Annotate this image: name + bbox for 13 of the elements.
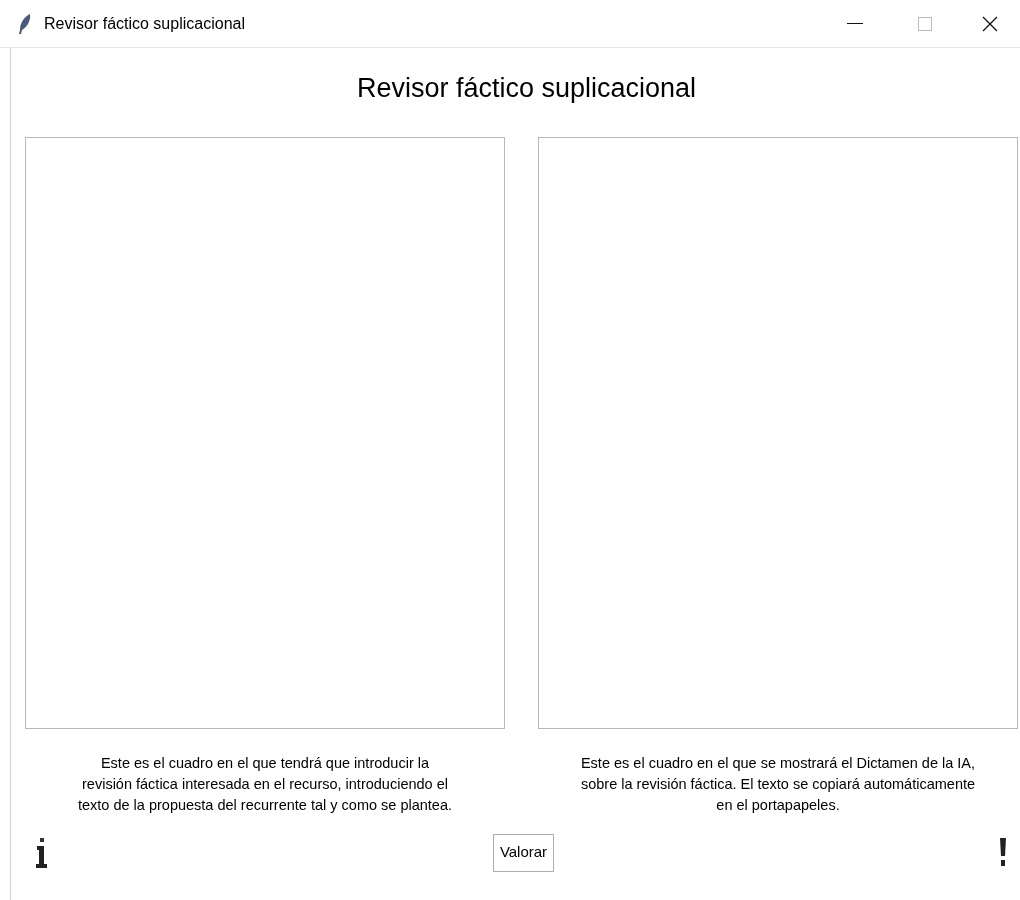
- text-area[interactable]: [25, 136, 505, 729]
- feather-icon: [18, 13, 32, 34]
- app-heading: Revisor fáctico suplicacional: [356, 72, 697, 105]
- caption: Este es el cuadro en el que se mostrará el Dictamen de la IA, sobre la revisión fáctica. El texto se copiará automáticamente en el portapapeles.: [579, 753, 977, 815]
- info-icon[interactable]: [35, 837, 49, 868]
- valorar-button[interactable]: Valorar: [492, 833, 555, 872]
- window-title: Revisor fáctico suplicacional: [44, 13, 245, 34]
- minimize-icon: [847, 22, 863, 25]
- maximize-icon: [918, 16, 932, 31]
- text-area[interactable]: [538, 136, 1018, 729]
- close-icon: [982, 15, 998, 32]
- caption: Este es el cuadro en el que tendrá que introducir la revisión fáctica interesada en el recurso, introduciendo el texto de la propuesta del recurrente tal y como se plantea.: [77, 753, 453, 815]
- exclamation-icon[interactable]: [998, 837, 1008, 868]
